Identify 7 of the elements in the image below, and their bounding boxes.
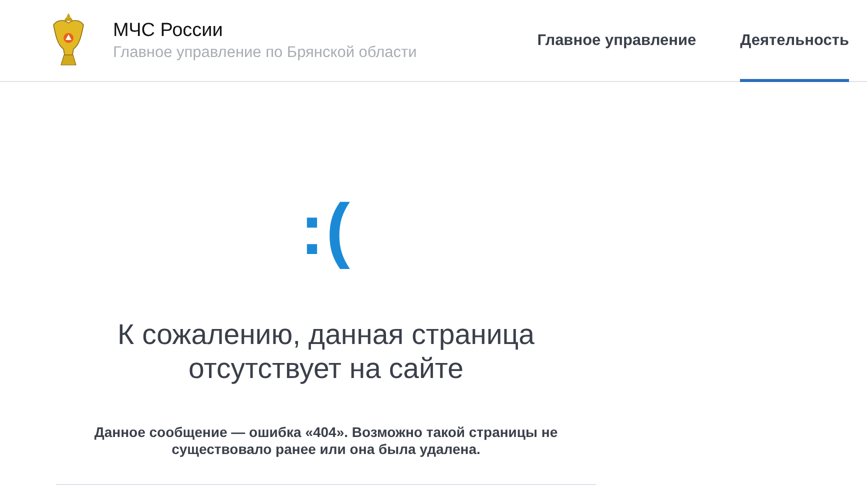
nav-tab[interactable]: Главное управление [537, 0, 696, 82]
error-message: Данное сообщение — ошибка «404». Возможно такой страницы не существовало ранее или она была удалена. [93, 424, 559, 458]
nav-tab[interactable]: Деятельность [740, 0, 849, 82]
sad-face-emoticon: :( [300, 190, 352, 270]
site-title: МЧС России [113, 20, 224, 42]
error-heading: К сожалению, данная страница отсутствует на сайте [116, 318, 536, 386]
site-subtitle: Главное управление по Брянской области [113, 44, 417, 62]
